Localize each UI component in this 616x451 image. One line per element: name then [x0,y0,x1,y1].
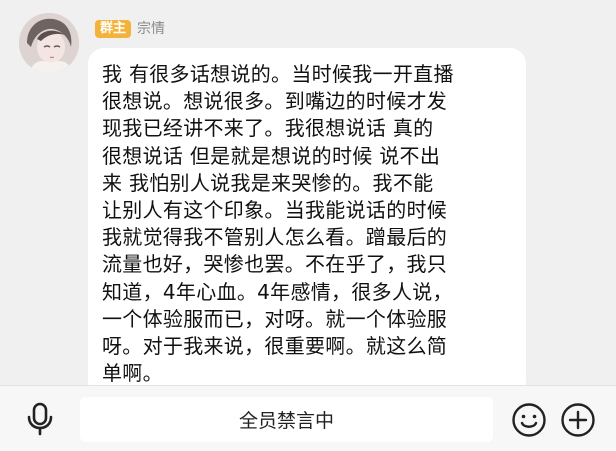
plus-icon [561,403,595,437]
avatar-illustration [19,13,79,73]
message-text: 我 有很多话想说的。当时候我一开直播 很想说。想说很多。到嘴边的时候才发 现我已… [102,62,454,386]
sender-row: 群主 宗情 [95,18,165,40]
muted-input-field: 全员禁言中 [80,397,493,442]
group-owner-badge: 群主 [95,20,132,38]
emoji-icon [512,403,546,437]
voice-button[interactable] [22,400,58,438]
all-muted-label: 全员禁言中 [238,410,334,432]
message-bubble[interactable]: 我 有很多话想说的。当时候我一开直播 很想说。想说很多。到嘴边的时候才发 现我已… [88,48,526,398]
input-bar: 全员禁言中 [0,385,616,451]
microphone-icon [27,402,53,436]
more-button[interactable] [560,402,596,438]
chat-area: 群主 宗情 我 有很多话想说的。当时候我一开直播 很想说。想说很多。到嘴边的时候… [0,0,616,398]
avatar[interactable] [19,13,79,73]
emoji-button[interactable] [511,402,547,438]
sender-name[interactable]: 宗情 [137,19,165,39]
